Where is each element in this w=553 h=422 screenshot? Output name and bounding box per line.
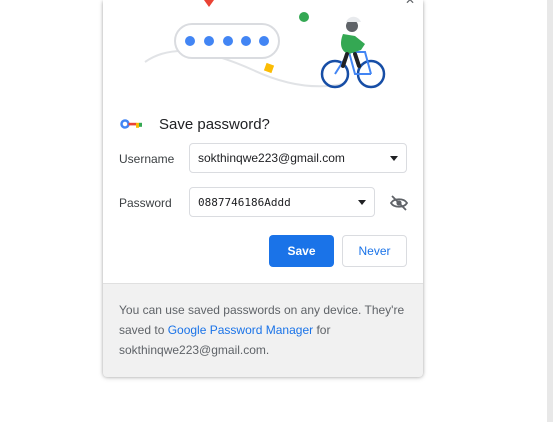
- bike-rider-illustration: [144, 0, 386, 89]
- dialog-footer: You can use saved passwords on any devic…: [103, 283, 423, 377]
- never-button[interactable]: Never: [342, 235, 407, 267]
- username-label: Username: [119, 152, 175, 166]
- save-button[interactable]: Save: [269, 235, 334, 267]
- chevron-down-icon: [390, 156, 398, 161]
- password-combobox[interactable]: 0887746186Addd: [189, 187, 375, 217]
- password-label: Password: [119, 196, 172, 210]
- username-combobox[interactable]: sokthinqwe223@gmail.com: [189, 143, 407, 173]
- eye-off-icon[interactable]: [388, 193, 410, 213]
- dialog-header: Save password?: [120, 114, 270, 134]
- dialog-title: Save password?: [159, 115, 270, 133]
- username-value: sokthinqwe223@gmail.com: [198, 151, 345, 165]
- chevron-down-icon: [358, 200, 366, 205]
- background-window-edge: [547, 0, 553, 422]
- password-value: 0887746186Addd: [198, 196, 291, 209]
- key-icon: [120, 119, 142, 129]
- footer-message: You can use saved passwords on any devic…: [119, 300, 409, 360]
- save-password-dialog: ✕ Save password? Username sokthinqwe223@…: [103, 0, 423, 377]
- google-password-manager-link[interactable]: Google Password Manager: [168, 323, 313, 337]
- close-icon[interactable]: ✕: [405, 0, 415, 6]
